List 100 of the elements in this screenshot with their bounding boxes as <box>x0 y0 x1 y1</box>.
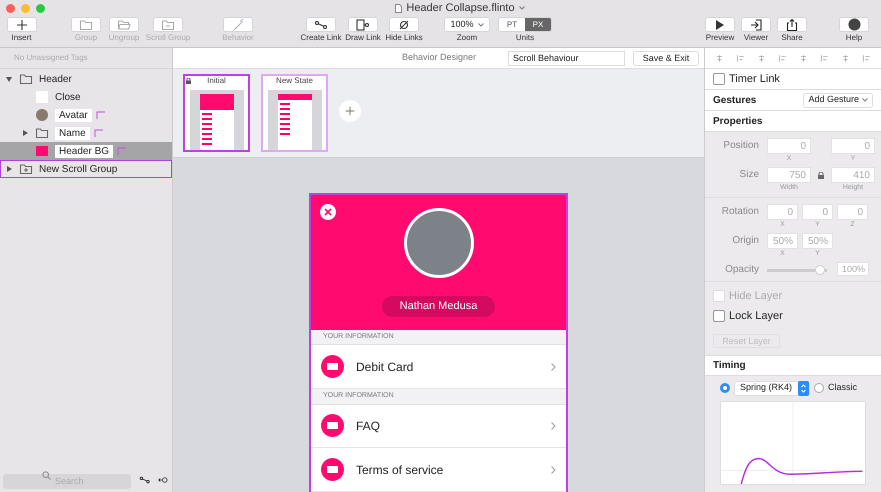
layer-row[interactable]: Close <box>0 88 172 106</box>
open-folder-icon <box>117 18 131 32</box>
row-label: FAQ <box>356 418 382 435</box>
state-card[interactable]: New State <box>261 74 328 152</box>
profile-name: Nathan Medusa <box>382 296 496 317</box>
wand-icon <box>231 18 245 32</box>
layer-name: Header <box>39 72 72 86</box>
property-label: Rotation <box>720 205 760 219</box>
close-window-button[interactable] <box>6 4 15 12</box>
toolbar-label: Hide Links <box>385 32 423 44</box>
state-preview <box>268 90 322 150</box>
plus-icon <box>344 105 356 117</box>
property-label: Position <box>722 139 760 153</box>
layer-name: Name <box>55 126 90 140</box>
unit-segment[interactable]: PT <box>499 18 525 31</box>
radio-label: Classic <box>828 381 858 394</box>
toolbar-label: Viewer <box>744 32 768 44</box>
tags-note: No Unassigned Tags <box>14 52 88 64</box>
add-state-button[interactable] <box>339 100 361 122</box>
caret-icon <box>478 22 484 26</box>
close-icon[interactable] <box>320 204 336 220</box>
lock-icon <box>186 78 191 84</box>
radio-button[interactable] <box>720 383 730 393</box>
share-icon <box>785 18 799 32</box>
stepper-icon <box>798 380 810 396</box>
row-label: Debit Card <box>356 358 414 376</box>
folder-icon <box>18 72 34 86</box>
zoom-dropdown[interactable]: 100% <box>444 17 490 32</box>
viewer-icon <box>749 18 763 32</box>
layer-row[interactable]: Name <box>0 124 172 142</box>
section-title: Timing <box>713 359 746 373</box>
layer-row[interactable]: Header <box>0 70 172 88</box>
info-circle-icon <box>321 355 344 378</box>
chevron-icon <box>551 466 556 474</box>
radio-button[interactable] <box>814 383 824 393</box>
layer-row[interactable]: Header BG <box>0 142 172 160</box>
toolbar-button[interactable] <box>389 17 419 32</box>
toolbar-label: Units <box>516 32 534 44</box>
info-circle-icon <box>321 414 344 438</box>
toolbar-button[interactable] <box>777 17 807 32</box>
toolbar-label: Create Link <box>300 32 342 44</box>
toolbar-button[interactable] <box>839 17 869 32</box>
scroll-group-icon <box>18 162 34 176</box>
state-card[interactable]: Initial <box>183 74 250 152</box>
unit-segment[interactable]: PX <box>525 18 551 31</box>
section-title: Gestures <box>713 94 756 108</box>
disclosure-triangle-icon[interactable] <box>6 76 12 82</box>
layer-row[interactable]: New Scroll Group <box>0 160 172 178</box>
toolbar-button[interactable] <box>348 17 378 32</box>
toolbar-button[interactable] <box>705 17 735 32</box>
draw-link-icon <box>356 18 370 32</box>
toolbar-button[interactable] <box>306 17 336 32</box>
chevron-icon <box>551 362 556 371</box>
toolbar-button[interactable] <box>741 17 771 32</box>
opacity-reading: 100% <box>837 262 869 276</box>
checkbox[interactable] <box>713 73 725 85</box>
color-thumbnail <box>36 146 48 156</box>
checkbox[interactable] <box>713 310 725 322</box>
layer-row[interactable]: Avatar <box>0 106 172 124</box>
toolbar-label: Scroll Group <box>146 32 190 44</box>
save-exit-button[interactable]: Save & Exit <box>633 50 699 66</box>
state-title: New State <box>276 76 313 86</box>
align-icon <box>820 54 829 62</box>
toolbar-label: Preview <box>706 32 734 44</box>
lock-icon <box>818 172 824 179</box>
caret-icon <box>518 6 525 10</box>
disclosure-triangle-icon[interactable] <box>6 166 12 172</box>
behavior-name-field[interactable]: Scroll Behaviour <box>508 50 625 66</box>
opacity-slider-thumb[interactable] <box>814 265 824 275</box>
list-row[interactable]: FAQ <box>311 404 566 448</box>
folder-icon <box>34 126 50 140</box>
toolbar-label: Behavior <box>222 32 254 44</box>
link-icon <box>139 474 150 486</box>
checkbox-label: Hide Layer <box>729 289 782 304</box>
list-row[interactable]: Debit Card <box>311 345 566 390</box>
add-gesture-dropdown[interactable]: Add Gesture <box>803 92 873 108</box>
property-label: Origin <box>731 234 760 248</box>
toolbar-label: Group <box>74 32 98 44</box>
list-row[interactable]: Terms of service <box>311 448 566 492</box>
toolbar-label: Draw Link <box>345 32 381 44</box>
layer-name: New Scroll Group <box>39 162 118 176</box>
align-icon <box>862 54 871 62</box>
state-title: Initial <box>207 76 226 86</box>
property-label: Size <box>738 168 760 182</box>
property-label: Opacity <box>724 263 760 277</box>
align-icon <box>715 54 724 62</box>
play-icon <box>715 18 725 30</box>
toolbar-label: Zoom <box>456 32 478 44</box>
zoom-window-button[interactable] <box>36 4 45 12</box>
toolbar-button[interactable] <box>6 17 36 32</box>
disclosure-triangle-icon[interactable] <box>22 130 28 136</box>
search-icon <box>42 471 51 480</box>
checkbox-label: Lock Layer <box>729 308 783 324</box>
window-title: Header Collapse.flinto <box>406 0 515 16</box>
designer-title: Behavior Designer <box>402 51 476 64</box>
avatar-thumbnail <box>36 109 48 121</box>
opacity-slider-track[interactable] <box>767 265 827 275</box>
caret-icon <box>862 98 868 102</box>
curve-type-select[interactable]: Spring (RK4) <box>734 380 810 396</box>
align-icon <box>841 54 850 62</box>
